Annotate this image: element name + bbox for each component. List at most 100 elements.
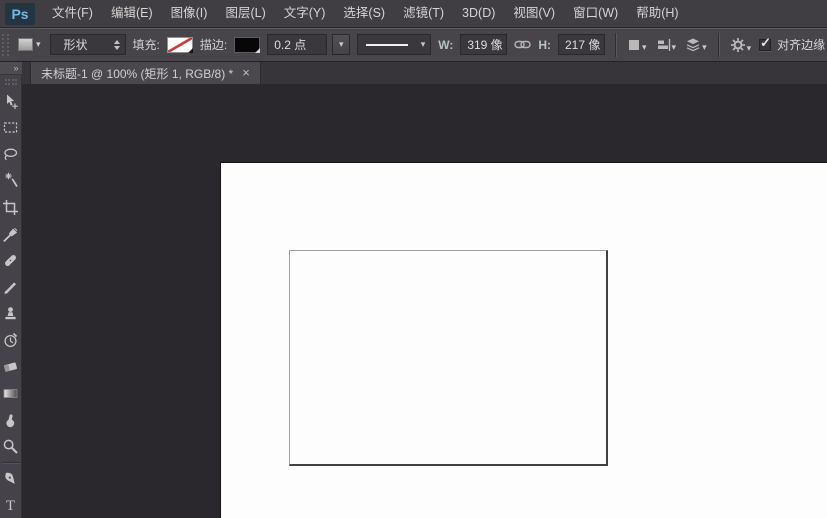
gear-icon: [730, 37, 746, 53]
align-edges-checkbox[interactable]: ✓ 对齐边缘: [759, 36, 825, 53]
collapse-panel-button[interactable]: »: [0, 62, 22, 75]
menu-3d[interactable]: 3D(D): [453, 0, 504, 27]
spot-healing-brush-icon: [2, 252, 19, 269]
rectangular-marquee-icon: [2, 119, 19, 136]
clone-stamp-icon: [2, 305, 19, 322]
gradient-tool-button[interactable]: [0, 380, 22, 407]
photoshop-window: Ps 文件(F) 编辑(E) 图像(I) 图层(L) 文字(Y) 选择(S) 滤…: [0, 0, 827, 518]
eyedropper-tool-button[interactable]: [0, 221, 22, 248]
magic-wand-icon: [2, 172, 19, 189]
chevron-down-icon: [255, 48, 260, 53]
tool-group-divider: [2, 462, 20, 463]
tool-preset-button[interactable]: ▾: [16, 36, 43, 53]
checkmark-icon: ✓: [760, 35, 771, 51]
clone-stamp-tool-button[interactable]: [0, 300, 22, 327]
width-input[interactable]: 319 像: [460, 34, 507, 55]
menu-window[interactable]: 窗口(W): [564, 0, 627, 27]
menu-image[interactable]: 图像(I): [162, 0, 217, 27]
menu-bar: Ps 文件(F) 编辑(E) 图像(I) 图层(L) 文字(Y) 选择(S) 滤…: [0, 0, 827, 28]
chevron-down-icon: ▾: [421, 40, 426, 49]
pen-icon: [2, 470, 19, 487]
chevron-down-icon: ▾: [672, 43, 677, 52]
divider: [615, 33, 616, 57]
tool-mode-value: 形状: [64, 36, 88, 53]
crop-tool-button[interactable]: [0, 194, 22, 221]
up-down-arrows-icon: [114, 40, 120, 50]
gradient-icon: [2, 385, 19, 402]
eyedropper-icon: [2, 226, 19, 243]
stroke-width-input[interactable]: 0.2 点: [267, 34, 327, 55]
height-input[interactable]: 217 像: [558, 34, 605, 55]
stroke-label: 描边:: [200, 36, 227, 53]
type-icon: T: [2, 496, 19, 513]
menu-file[interactable]: 文件(F): [43, 0, 102, 27]
document-tab-title: 未标题-1 @ 100% (矩形 1, RGB/8) *: [41, 65, 233, 82]
chevron-down-icon: ▾: [702, 43, 707, 52]
pen-tool-button[interactable]: [0, 465, 22, 492]
fill-label: 填充:: [133, 36, 160, 53]
document-canvas[interactable]: [220, 162, 827, 518]
chevron-down-icon: ▾: [339, 40, 344, 49]
crop-icon: [2, 199, 19, 216]
move-icon: [2, 93, 19, 110]
align-edges-label: 对齐边缘: [777, 36, 825, 53]
eraser-icon: [2, 358, 19, 375]
tool-mode-select[interactable]: 形状: [50, 34, 126, 55]
document-tab[interactable]: 未标题-1 @ 100% (矩形 1, RGB/8) * ×: [30, 62, 261, 84]
document-tab-bar: 未标题-1 @ 100% (矩形 1, RGB/8) * ×: [22, 62, 827, 85]
options-bar: ▾ 形状 填充: 描边: 0.2 点 ▾ ▾ W: 319 像: [0, 28, 827, 62]
menu-edit[interactable]: 编辑(E): [102, 0, 162, 27]
fill-swatch[interactable]: [167, 37, 193, 53]
close-tab-icon[interactable]: ×: [242, 67, 250, 79]
chevron-down-icon: ▾: [642, 43, 647, 52]
menu-select[interactable]: 选择(S): [334, 0, 394, 27]
solid-line-icon: [366, 44, 408, 46]
app-logo[interactable]: Ps: [5, 3, 35, 25]
divider: [718, 33, 719, 57]
history-brush-tool-button[interactable]: [0, 327, 22, 354]
type-tool-button[interactable]: T: [0, 491, 22, 518]
path-arrangement-button[interactable]: ▾: [684, 35, 708, 54]
menu-filter[interactable]: 滤镜(T): [394, 0, 453, 27]
rectangle-shape[interactable]: [289, 250, 608, 466]
smudge-tool-button[interactable]: [0, 407, 22, 434]
svg-text:T: T: [6, 498, 15, 513]
menu-items: 文件(F) 编辑(E) 图像(I) 图层(L) 文字(Y) 选择(S) 滤镜(T…: [43, 0, 688, 27]
canvas-area[interactable]: [22, 85, 827, 518]
menu-view[interactable]: 视图(V): [504, 0, 564, 27]
tools-panel-grip[interactable]: [5, 79, 17, 85]
tools-panel: »: [0, 62, 22, 518]
lasso-tool-button[interactable]: [0, 141, 22, 168]
brush-tool-button[interactable]: [0, 274, 22, 301]
eraser-tool-button[interactable]: [0, 354, 22, 381]
move-tool-button[interactable]: [0, 88, 22, 115]
path-alignment-button[interactable]: ▾: [655, 36, 678, 54]
stroke-style-select[interactable]: ▾: [357, 34, 431, 55]
link-dimensions-icon[interactable]: [514, 36, 531, 53]
menu-help[interactable]: 帮助(H): [627, 0, 687, 27]
brush-icon: [2, 279, 19, 296]
menu-layer[interactable]: 图层(L): [216, 0, 274, 27]
chevron-down-icon: ▾: [747, 44, 752, 53]
stroke-width-dropdown-button[interactable]: ▾: [332, 34, 350, 55]
path-arrangement-icon: [685, 37, 701, 52]
chevron-down-icon: [188, 48, 193, 53]
path-alignment-icon: [656, 38, 671, 52]
dodge-icon: [2, 438, 19, 455]
geometry-options-button[interactable]: ▾: [729, 35, 753, 55]
magic-wand-tool-button[interactable]: [0, 168, 22, 195]
menu-type[interactable]: 文字(Y): [275, 0, 335, 27]
rectangular-marquee-tool-button[interactable]: [0, 115, 22, 142]
spot-healing-brush-tool-button[interactable]: [0, 247, 22, 274]
checkbox-icon: ✓: [759, 39, 771, 51]
path-operations-button[interactable]: ▾: [626, 36, 648, 54]
options-bar-grip[interactable]: [2, 34, 9, 56]
path-operations-icon: [627, 38, 641, 52]
lasso-icon: [2, 146, 19, 163]
height-label: H:: [538, 38, 551, 52]
smudge-icon: [2, 412, 19, 429]
width-label: W:: [438, 38, 453, 52]
dodge-tool-button[interactable]: [0, 433, 22, 460]
chevron-down-icon: ▾: [36, 40, 41, 49]
stroke-swatch[interactable]: [234, 37, 260, 53]
